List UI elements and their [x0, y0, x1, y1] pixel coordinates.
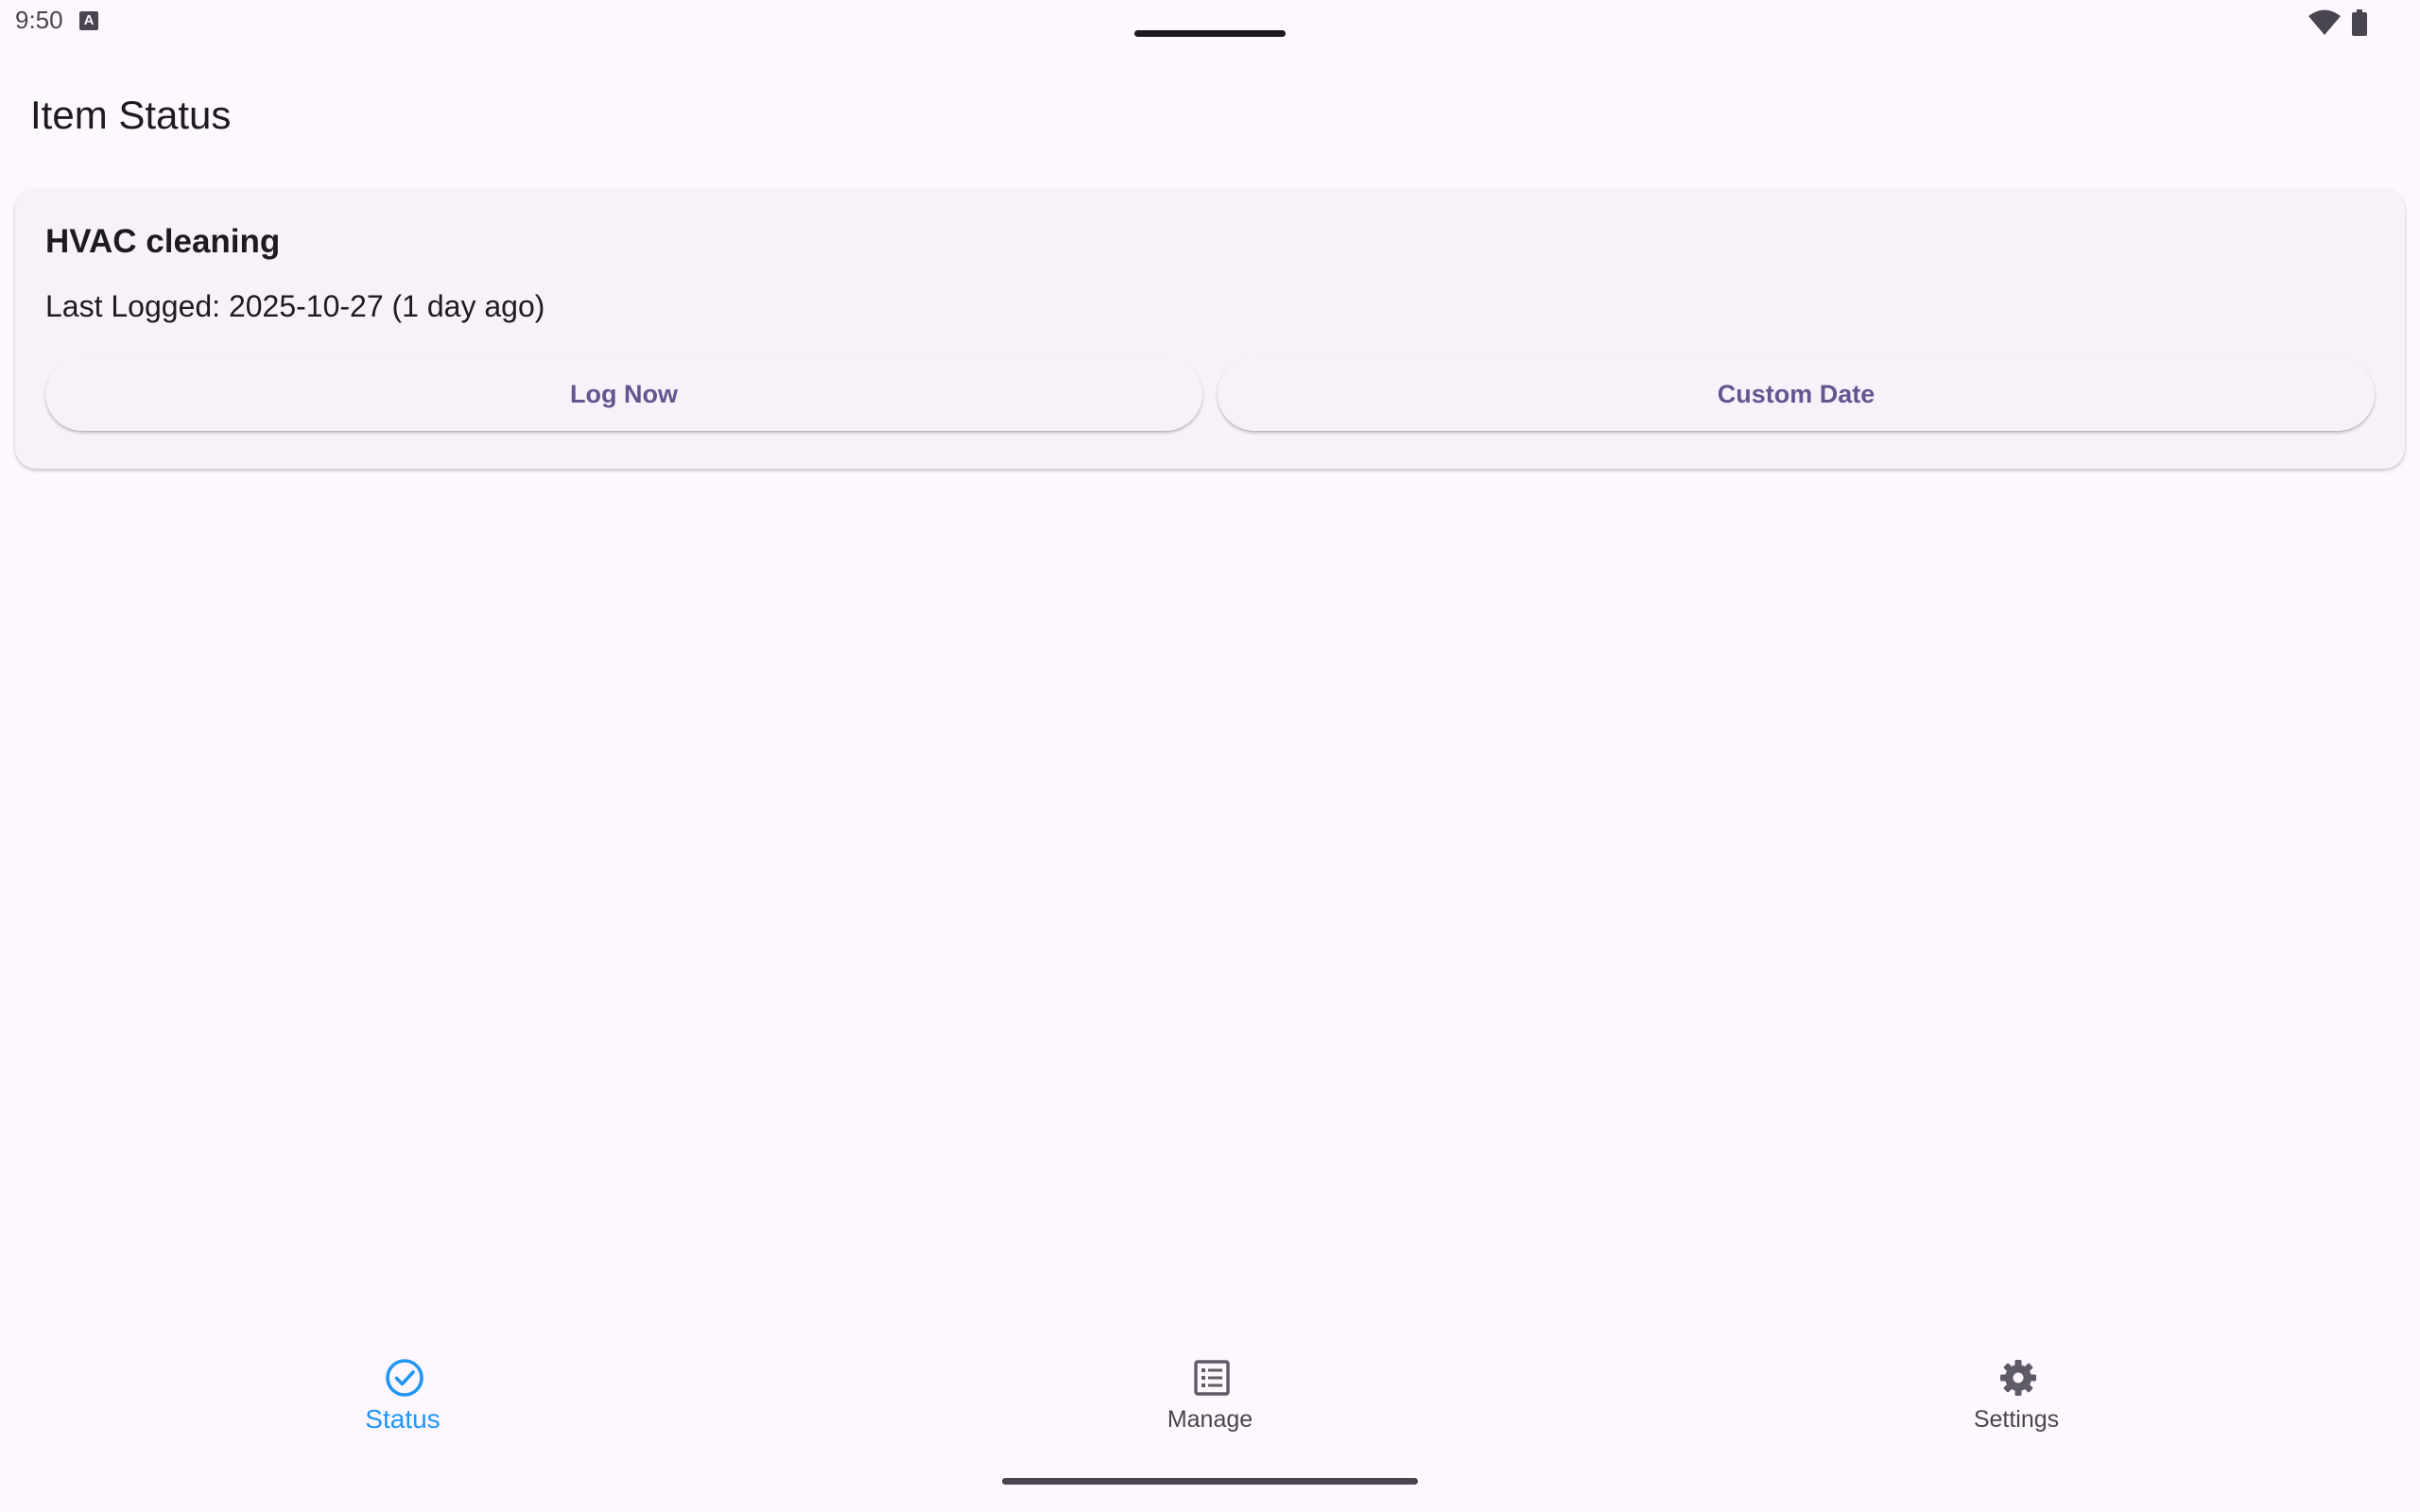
- nav-label-manage: Manage: [1167, 1406, 1253, 1433]
- nav-label-settings: Settings: [1973, 1406, 2060, 1433]
- list-icon: [1194, 1360, 1230, 1396]
- nav-item-settings[interactable]: Settings: [1827, 1338, 2205, 1465]
- custom-date-button[interactable]: Custom Date: [1218, 357, 2375, 431]
- check-circle-icon: [386, 1359, 424, 1397]
- gear-icon: [2000, 1360, 2036, 1396]
- status-bar: 9:50 A: [0, 0, 2420, 45]
- battery-icon: [2352, 9, 2367, 36]
- page-title: Item Status: [30, 93, 232, 137]
- bottom-navigation: Status Manage Settings: [0, 1338, 2420, 1465]
- home-indicator[interactable]: [1002, 1478, 1418, 1485]
- notification-a-icon: A: [79, 11, 98, 30]
- nav-item-manage[interactable]: Manage: [1021, 1338, 1399, 1465]
- top-handle: [1134, 30, 1286, 37]
- last-logged-text: Last Logged: 2025-10-27 (1 day ago): [45, 289, 545, 323]
- status-time: 9:50: [15, 6, 63, 34]
- nav-item-status[interactable]: Status: [214, 1338, 592, 1465]
- app-screen: 9:50 A Item Status HVAC cleaning Last Lo…: [0, 0, 2420, 1512]
- log-now-button[interactable]: Log Now: [45, 357, 1202, 431]
- item-name: HVAC cleaning: [45, 223, 281, 260]
- wifi-icon: [2308, 9, 2341, 35]
- nav-label-status: Status: [365, 1404, 441, 1434]
- item-card: HVAC cleaning Last Logged: 2025-10-27 (1…: [15, 189, 2405, 469]
